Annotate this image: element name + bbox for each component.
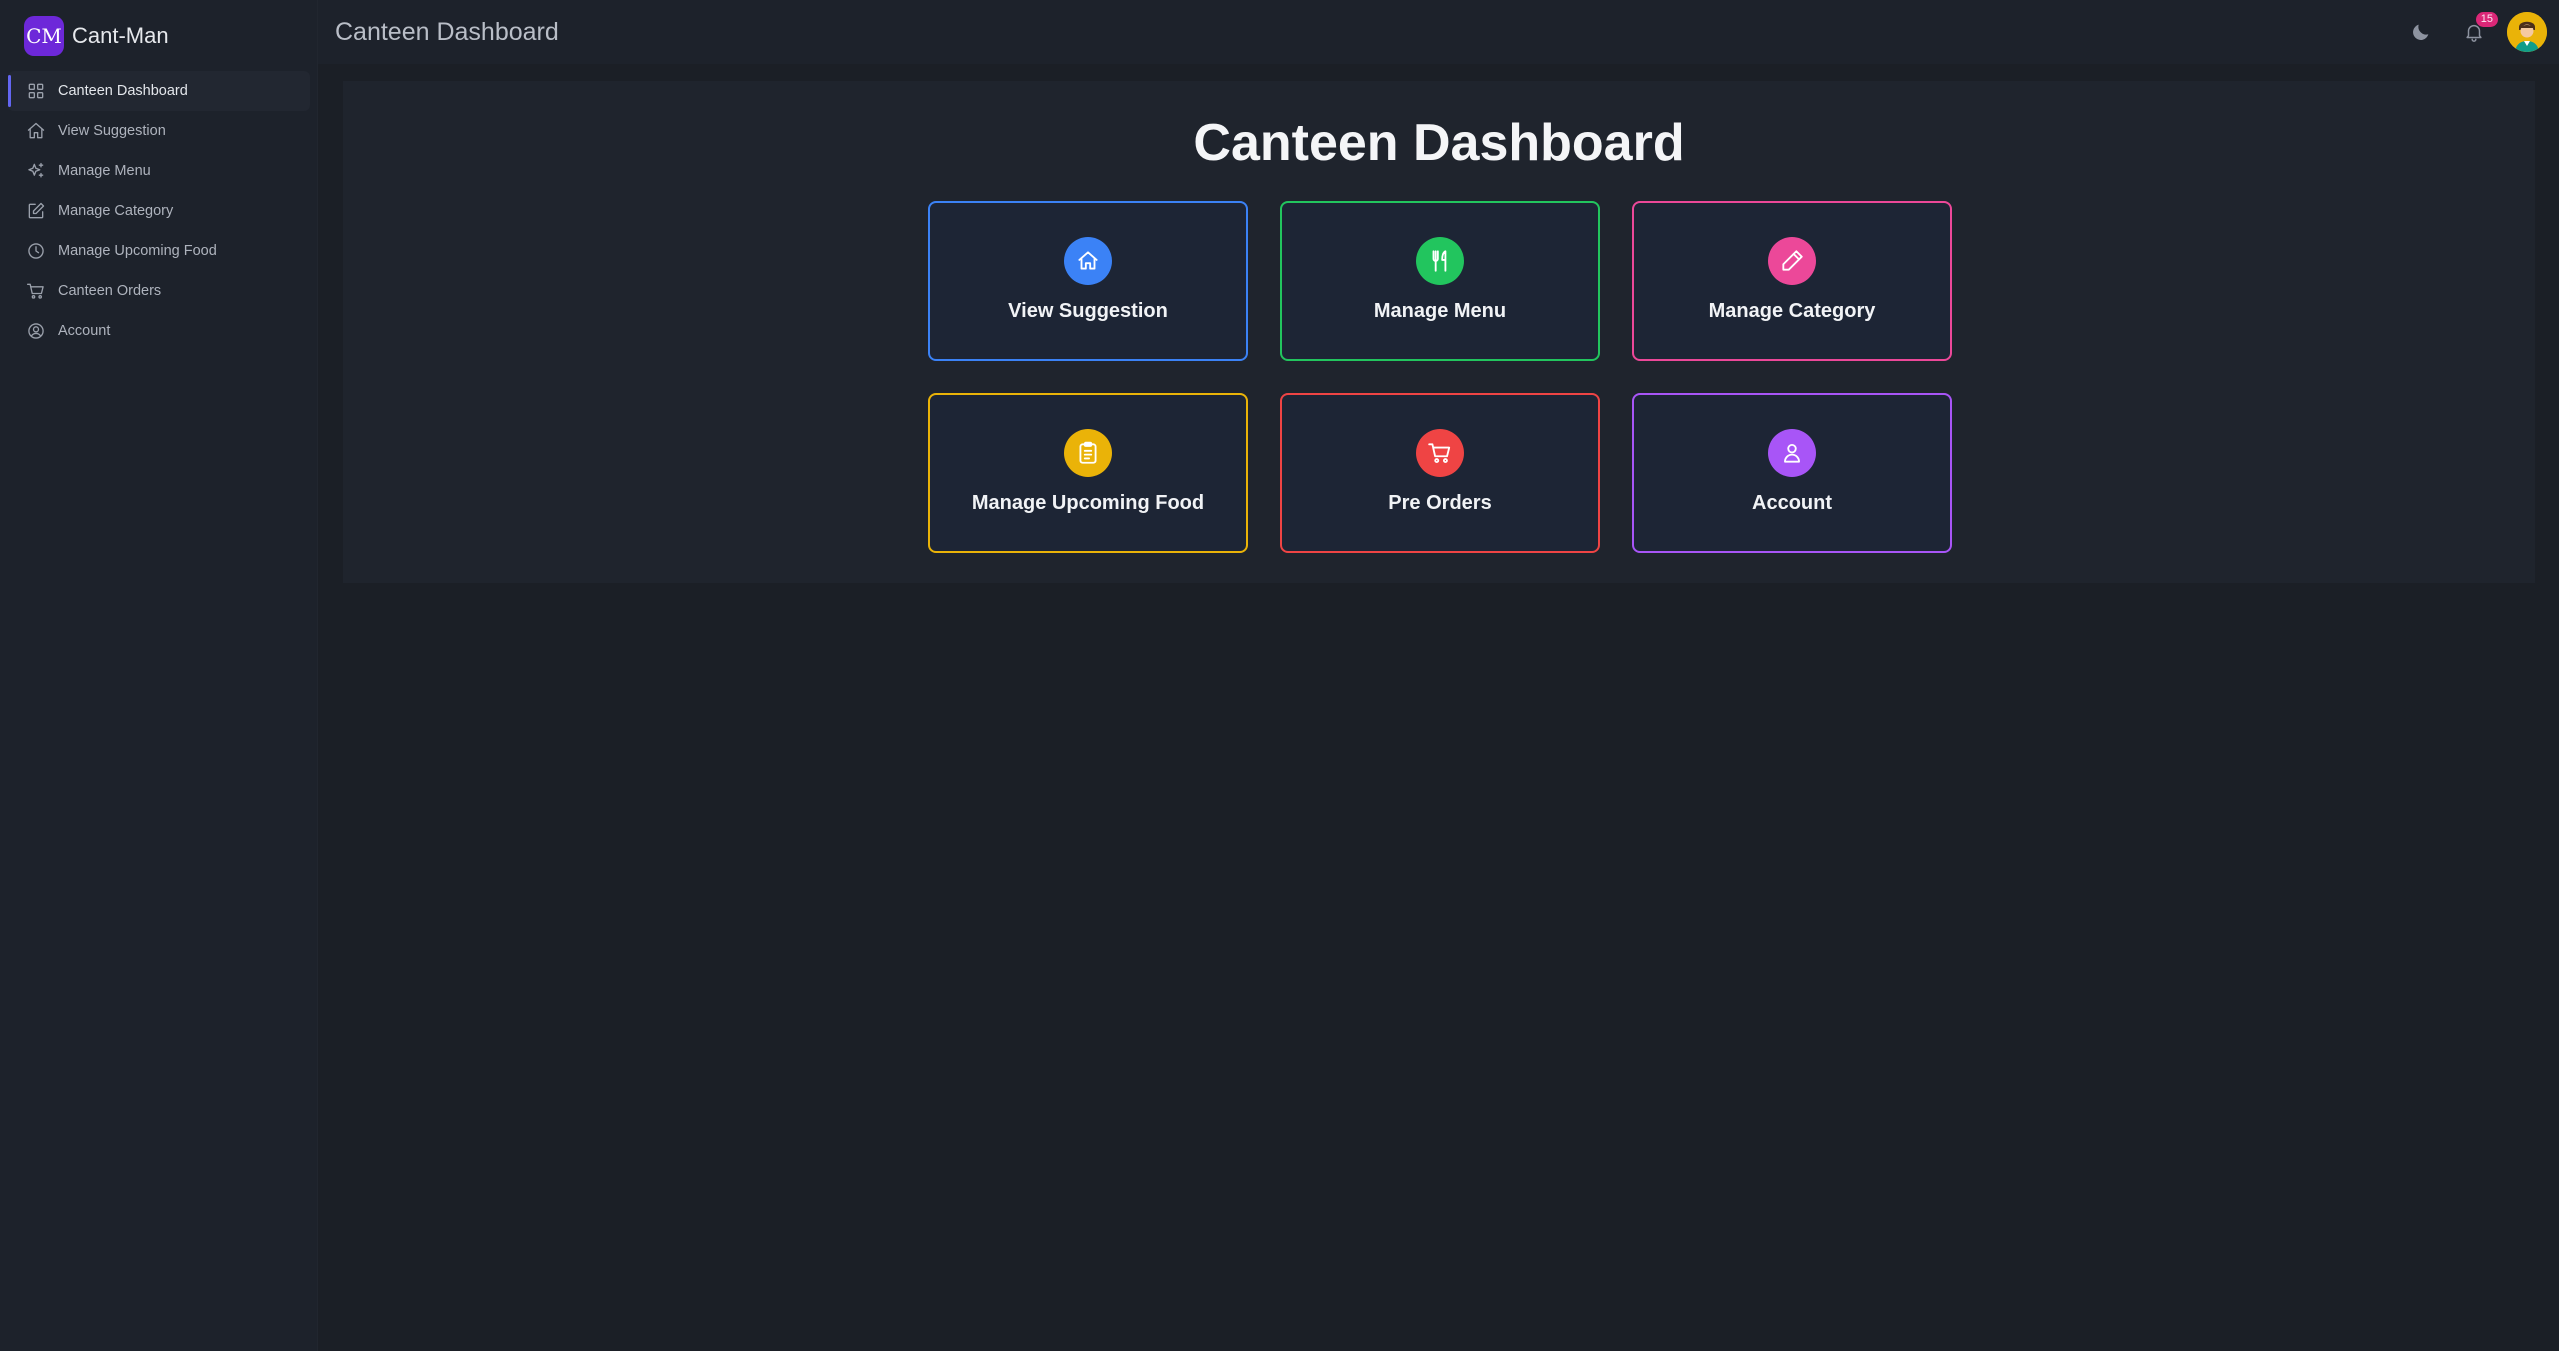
sidebar-item-label: Manage Upcoming Food <box>58 243 217 259</box>
cart-icon <box>26 281 46 301</box>
home-icon <box>1064 237 1112 285</box>
user-icon <box>1768 429 1816 477</box>
theme-toggle-button[interactable] <box>2401 12 2441 52</box>
notifications-button[interactable]: 15 <box>2454 12 2498 52</box>
grid-icon <box>26 81 46 101</box>
sidebar-item-label: View Suggestion <box>58 123 166 139</box>
home-icon <box>26 121 46 141</box>
page-title: Canteen Dashboard <box>1193 114 1685 172</box>
card-manage-menu[interactable]: Manage Menu <box>1280 201 1600 361</box>
sidebar-item-label: Canteen Dashboard <box>58 83 188 99</box>
moon-icon <box>2413 24 2429 40</box>
card-account[interactable]: Account <box>1632 393 1952 553</box>
header-actions: 15 <box>2401 12 2547 52</box>
clipboard-icon <box>1064 429 1112 477</box>
sparkles-icon <box>26 161 46 181</box>
avatar-image <box>2507 12 2547 52</box>
card-label: Manage Category <box>1708 300 1876 322</box>
sidebar-item-account[interactable]: Account <box>8 311 310 351</box>
sidebar-item-view-suggestion[interactable]: View Suggestion <box>8 111 310 151</box>
edit-icon <box>26 201 46 221</box>
sidebar-item-canteen-dashboard[interactable]: Canteen Dashboard <box>8 71 310 111</box>
sidebar-item-manage-menu[interactable]: Manage Menu <box>8 151 310 191</box>
utensils-icon <box>1416 237 1464 285</box>
card-manage-upcoming-food[interactable]: Manage Upcoming Food <box>928 393 1248 553</box>
sidebar-item-label: Account <box>58 323 111 339</box>
sidebar-item-label: Manage Category <box>58 203 174 219</box>
dashboard-cards: View Suggestion Manage Menu Manage Categ… <box>928 201 1952 553</box>
page-header-title: Canteen Dashboard <box>335 18 559 46</box>
top-bar: Canteen Dashboard 15 <box>318 0 2559 64</box>
sidebar-item-manage-upcoming-food[interactable]: Manage Upcoming Food <box>8 231 310 271</box>
card-label: Manage Upcoming Food <box>971 492 1205 514</box>
sidebar-nav: Canteen Dashboard View Suggestion Manage… <box>8 71 310 351</box>
cart-icon <box>1416 429 1464 477</box>
card-label: View Suggestion <box>1008 300 1168 322</box>
brand[interactable]: CM Cant-Man <box>24 16 169 56</box>
card-pre-orders[interactable]: Pre Orders <box>1280 393 1600 553</box>
card-manage-category[interactable]: Manage Category <box>1632 201 1952 361</box>
sidebar-item-manage-category[interactable]: Manage Category <box>8 191 310 231</box>
notification-badge: 15 <box>2475 12 2498 27</box>
sidebar: CM Cant-Man Canteen Dashboard View Sugge… <box>0 0 318 1351</box>
card-label: Pre Orders <box>1388 492 1492 514</box>
clock-icon <box>26 241 46 261</box>
card-label: Account <box>1752 492 1832 514</box>
avatar[interactable] <box>2507 12 2547 52</box>
user-circle-icon <box>26 321 46 341</box>
brand-name: Cant-Man <box>72 23 169 48</box>
sidebar-item-canteen-orders[interactable]: Canteen Orders <box>8 271 310 311</box>
sidebar-item-label: Canteen Orders <box>58 283 162 299</box>
card-label: Manage Menu <box>1373 300 1507 322</box>
card-view-suggestion[interactable]: View Suggestion <box>928 201 1248 361</box>
brand-logo: CM <box>24 16 64 56</box>
pencil-icon <box>1768 237 1816 285</box>
dashboard-panel: Canteen Dashboard View Suggestion Manage… <box>343 81 2535 583</box>
sidebar-item-label: Manage Menu <box>58 163 151 179</box>
